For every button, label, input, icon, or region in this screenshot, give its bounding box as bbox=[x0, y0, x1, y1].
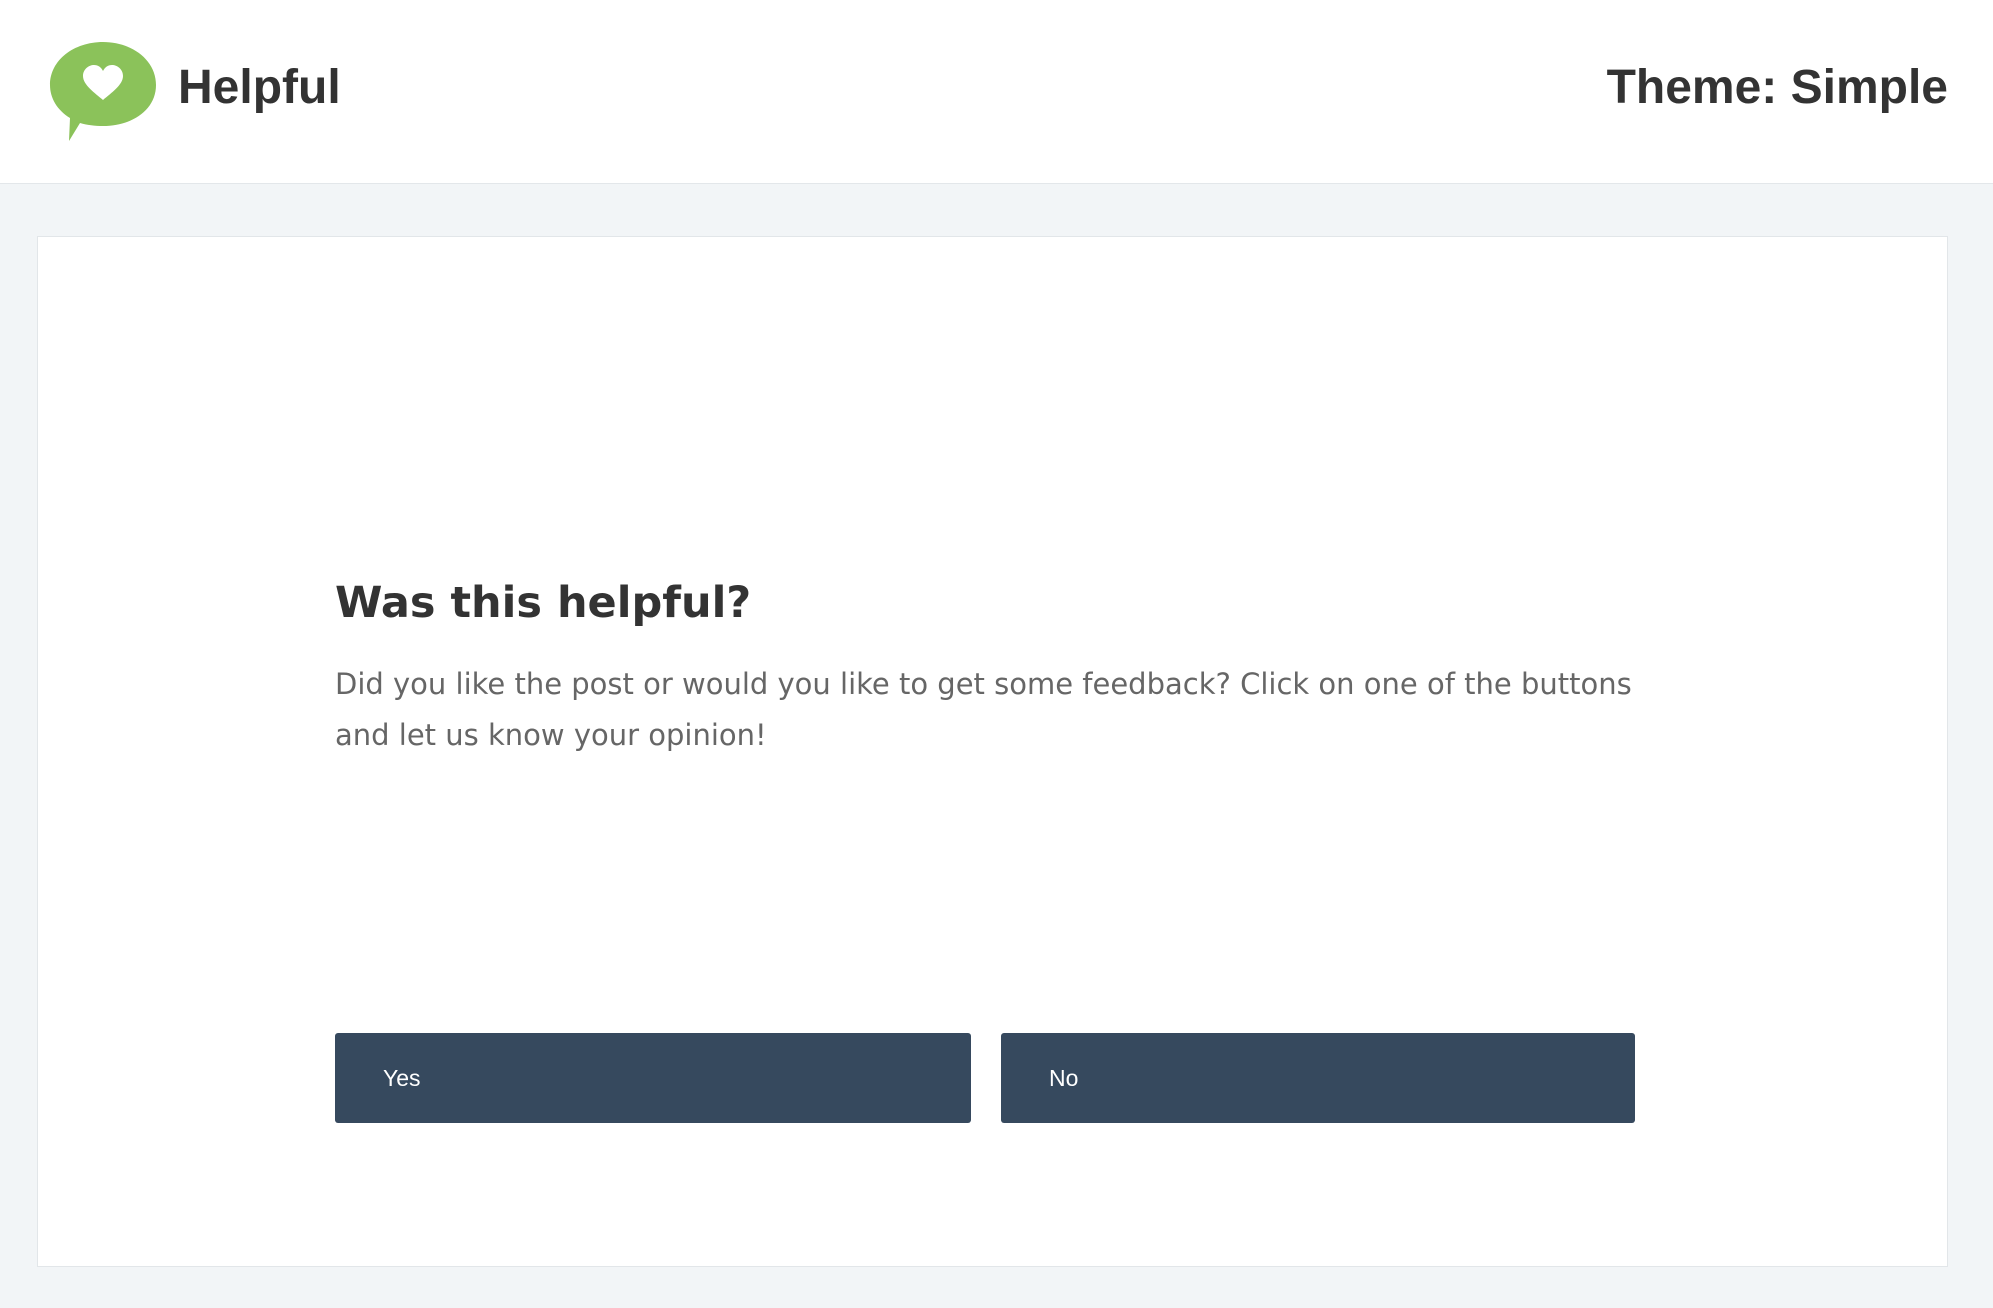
feedback-description: Did you like the post or would you like … bbox=[335, 667, 1632, 752]
feedback-buttons: Yes No bbox=[335, 1033, 1635, 1123]
content-card: Was this helpful? Did you like the post … bbox=[37, 236, 1948, 1267]
feedback-widget: Was this helpful? Did you like the post … bbox=[335, 575, 1635, 1123]
yes-button[interactable]: Yes bbox=[335, 1033, 971, 1123]
feedback-title: Was this helpful? bbox=[335, 578, 752, 628]
heart-speech-bubble-icon[interactable] bbox=[47, 40, 159, 144]
app-header: Helpful Theme: Simple bbox=[0, 0, 1993, 184]
brand-name: Helpful bbox=[178, 61, 341, 114]
theme-label: Theme: Simple bbox=[1606, 61, 1948, 114]
no-button[interactable]: No bbox=[1001, 1033, 1635, 1123]
